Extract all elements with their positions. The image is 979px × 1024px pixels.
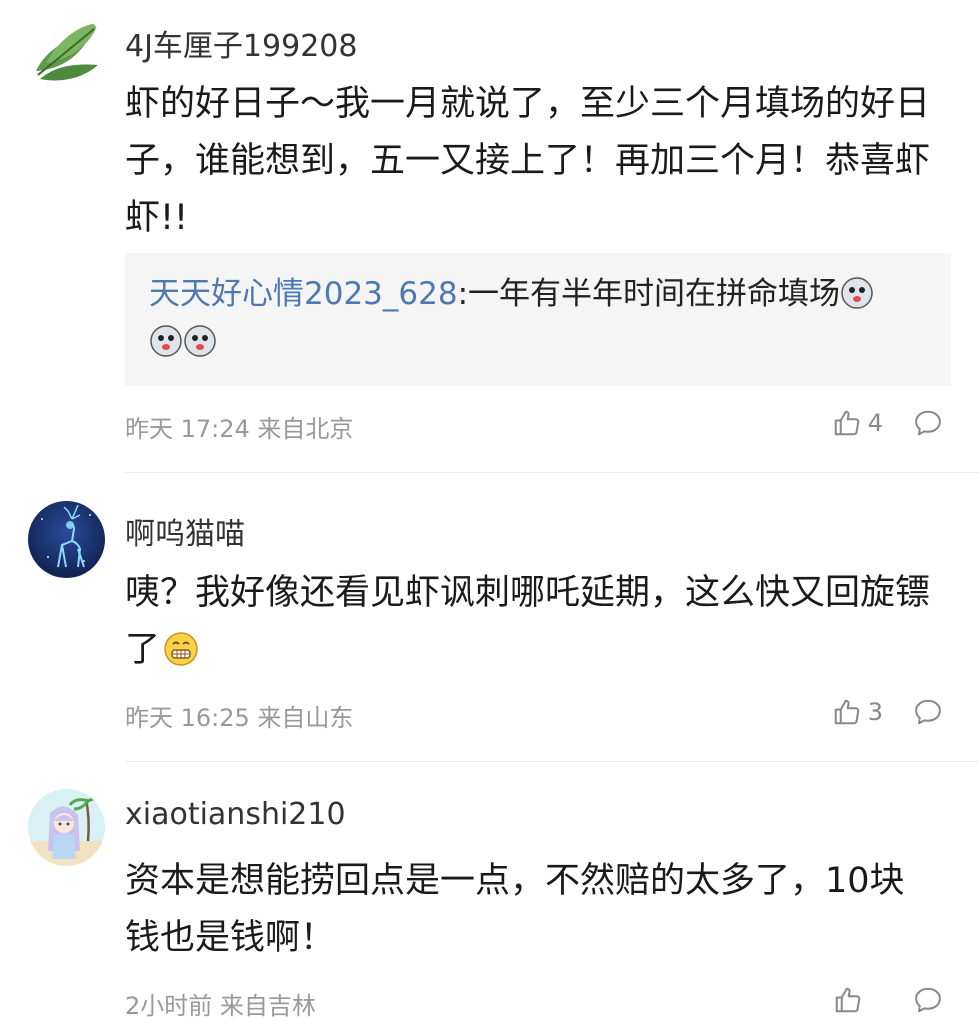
reply-text: 一年有半年时间在拼命填场 bbox=[468, 276, 841, 312]
comment-item: 4J车厘子199208 虾的好日子～我一月就说了，至少三个月填场的好日子，谁能想… bbox=[0, 0, 979, 473]
thumbs-up-icon bbox=[835, 987, 861, 1013]
reply-separator: : bbox=[457, 276, 469, 312]
comment-actions bbox=[833, 985, 943, 1015]
thumbs-up-icon bbox=[834, 410, 859, 436]
like-count: 4 bbox=[867, 409, 883, 437]
reply-username[interactable]: 天天好心情2023_628 bbox=[149, 276, 458, 312]
deer-icon bbox=[28, 501, 105, 578]
leaf-icon bbox=[28, 13, 105, 90]
username[interactable]: 啊呜猫喵 bbox=[125, 509, 245, 553]
reply-preview[interactable]: 天天好心情2023_628:一年有半年时间在拼命填场 bbox=[125, 253, 951, 386]
comment-text: 咦？我好像还看见虾讽刺哪吒延期，这么快又回旋镖了 bbox=[125, 565, 935, 679]
comment-item: 啊呜猫喵 咦？我好像还看见虾讽刺哪吒延期，这么快又回旋镖了 昨天 16:25 来… bbox=[0, 473, 979, 762]
husky-emoji-icon bbox=[841, 275, 873, 309]
comment-bubble-icon bbox=[915, 987, 941, 1013]
like-button[interactable]: 3 bbox=[832, 697, 883, 727]
username[interactable]: xiaotianshi210 bbox=[125, 797, 346, 832]
comment-list: 4J车厘子199208 虾的好日子～我一月就说了，至少三个月填场的好日子，谁能想… bbox=[0, 0, 979, 1024]
husky-emoji-icon bbox=[150, 323, 182, 357]
username[interactable]: 4J车厘子199208 bbox=[125, 21, 357, 65]
comment-item: xiaotianshi210 资本是想能捞回点是一点，不然赔的太多了，10块钱也… bbox=[0, 762, 979, 1024]
avatar[interactable] bbox=[28, 13, 105, 90]
comment-actions: 3 bbox=[832, 697, 943, 727]
grin-emoji-icon bbox=[163, 628, 199, 666]
like-button[interactable] bbox=[833, 985, 883, 1015]
comment-meta: 2小时前 来自吉林 bbox=[125, 992, 316, 1020]
comment-bubble-icon bbox=[915, 410, 941, 436]
comment-text: 资本是想能捞回点是一点，不然赔的太多了，10块钱也是钱啊！ bbox=[125, 861, 905, 958]
comment-text: 虾的好日子～我一月就说了，至少三个月填场的好日子，谁能想到，五一又接上了！再加三… bbox=[125, 84, 931, 238]
comment-bubble-icon bbox=[915, 699, 941, 725]
comment-actions: 4 bbox=[832, 408, 943, 438]
husky-emoji-icon bbox=[184, 323, 216, 357]
reply-button[interactable] bbox=[913, 697, 943, 727]
reply-button[interactable] bbox=[913, 408, 943, 438]
avatar[interactable] bbox=[28, 501, 105, 578]
avatar[interactable] bbox=[28, 789, 105, 866]
thumbs-up-icon bbox=[834, 699, 859, 725]
comment-text-content: 咦？我好像还看见虾讽刺哪吒延期，这么快又回旋镖了 bbox=[125, 573, 931, 670]
like-count: 3 bbox=[867, 698, 883, 726]
reply-button[interactable] bbox=[913, 985, 943, 1015]
anime-girl-icon bbox=[28, 789, 105, 866]
like-button[interactable]: 4 bbox=[832, 408, 883, 438]
comment-meta: 昨天 16:25 来自山东 bbox=[125, 704, 354, 732]
comment-meta: 昨天 17:24 来自北京 bbox=[125, 415, 354, 443]
